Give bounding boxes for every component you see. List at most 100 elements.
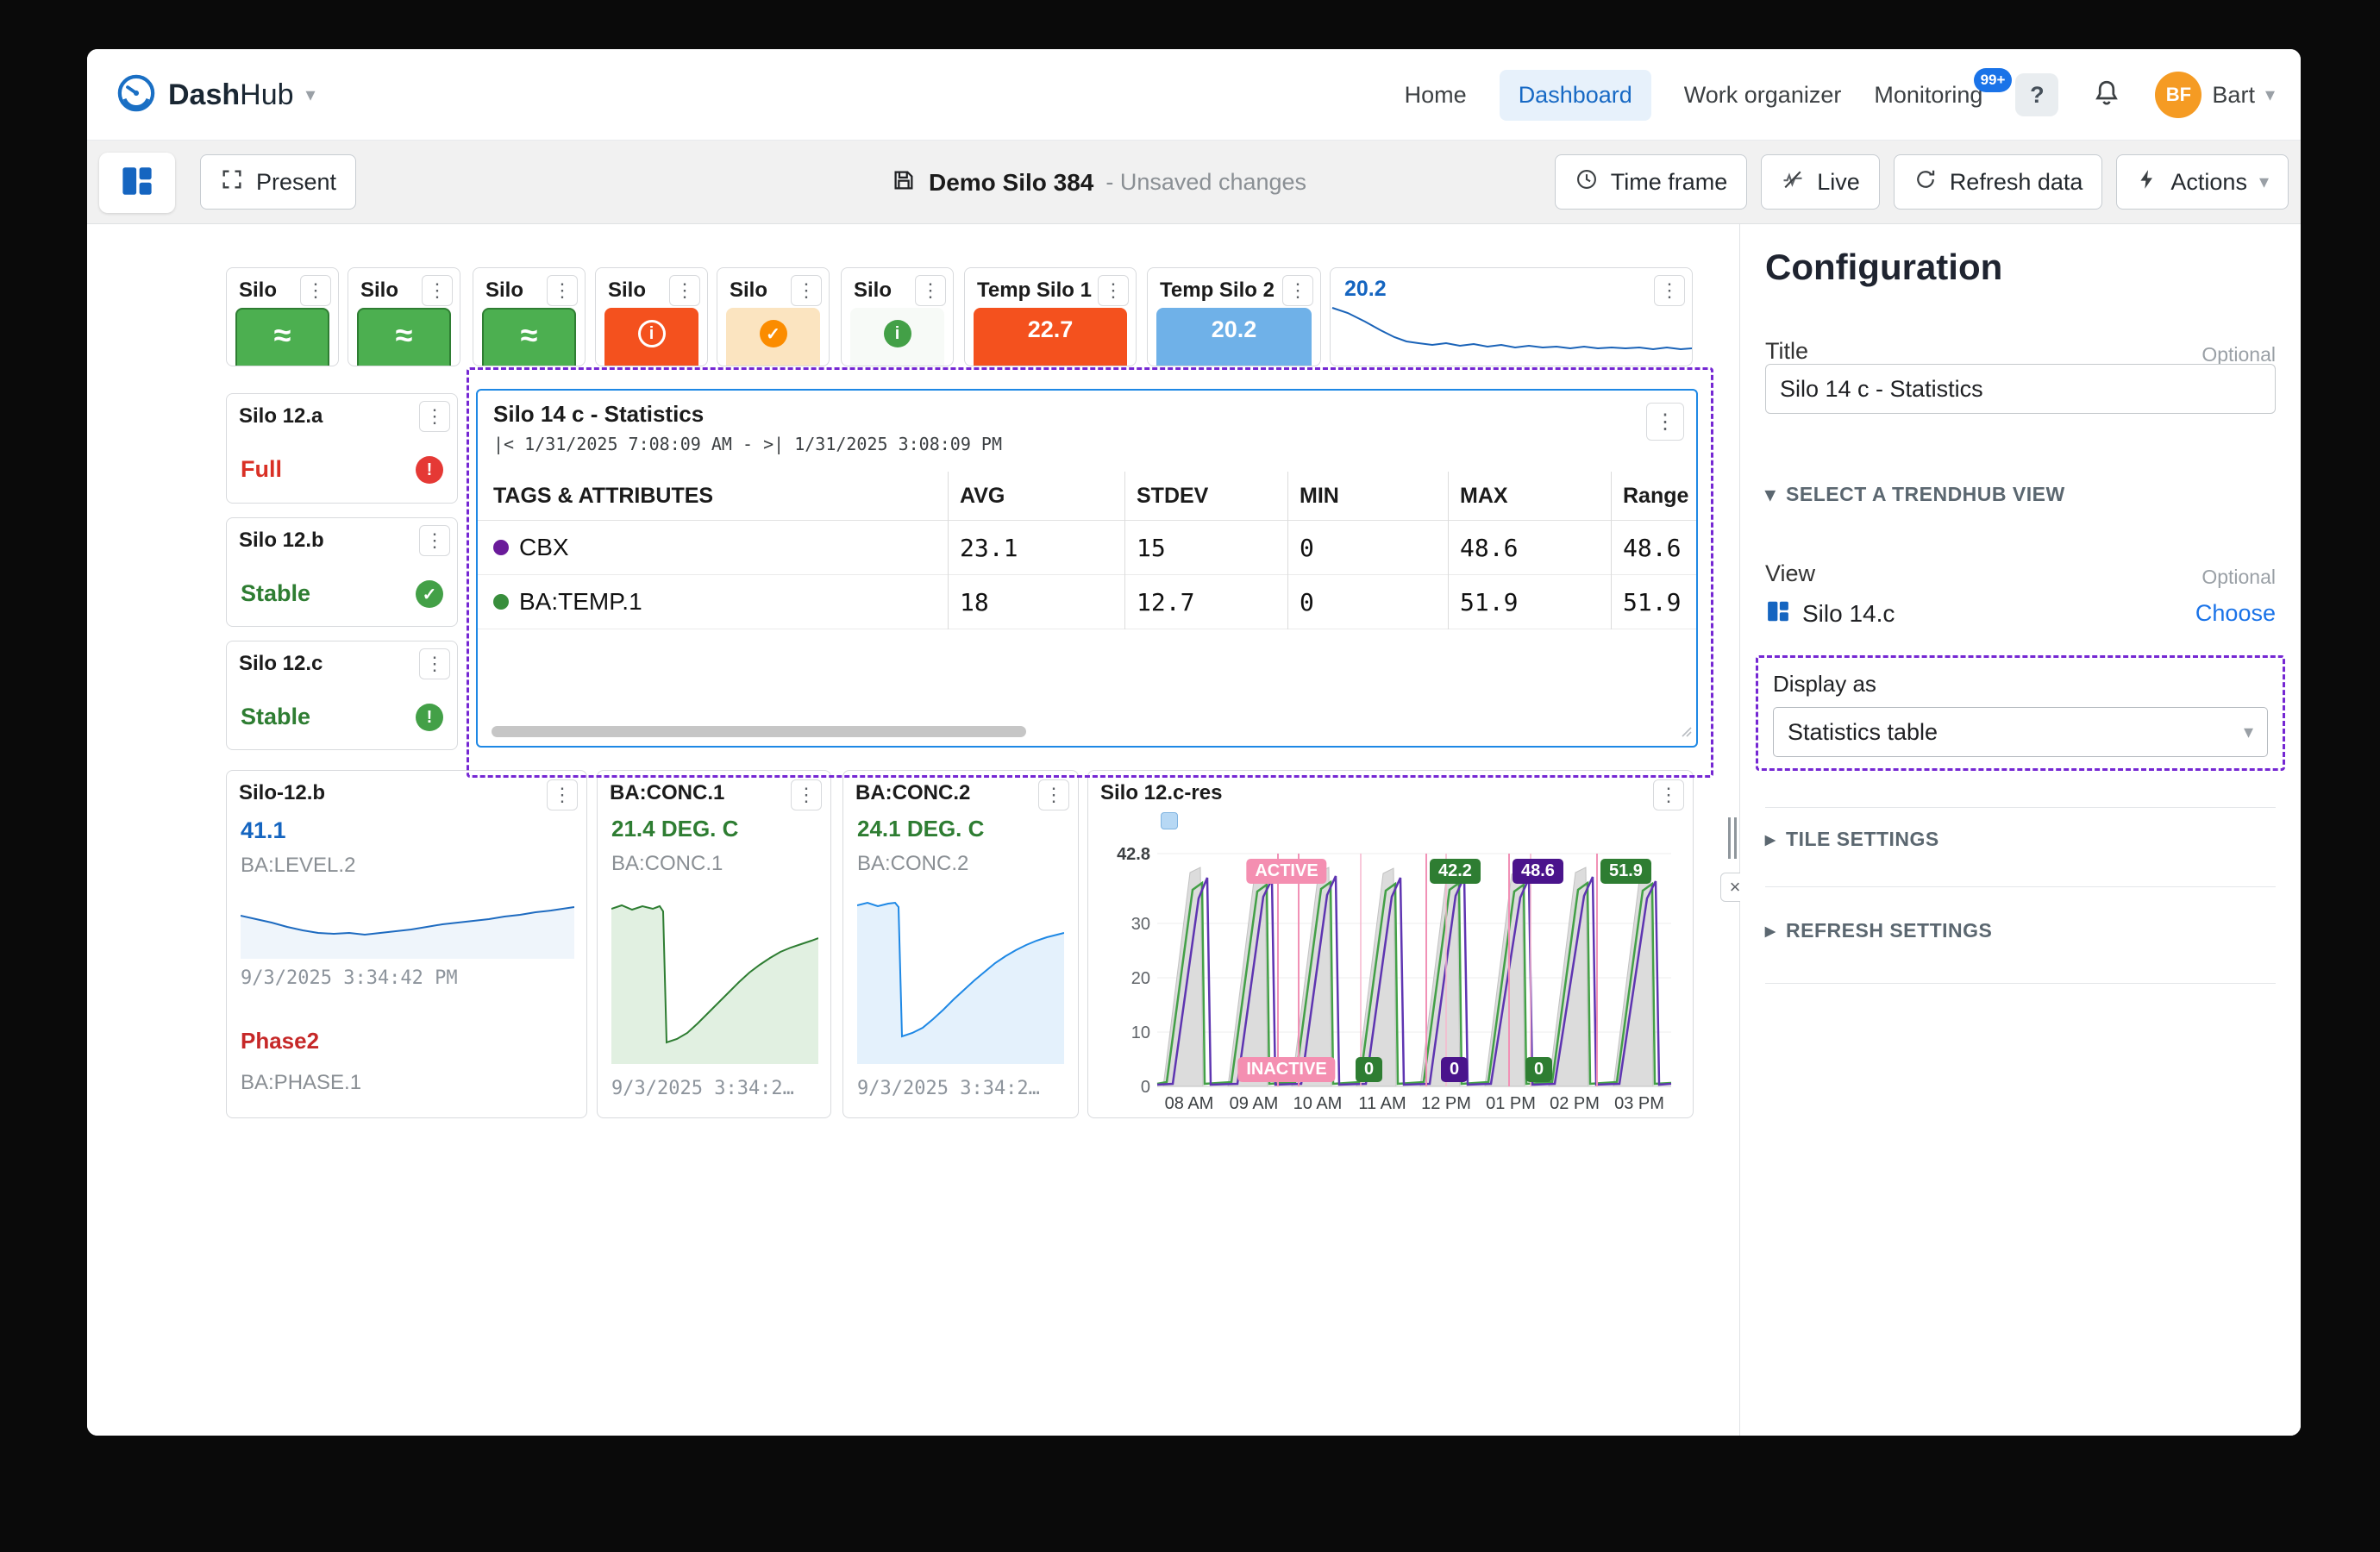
resize-handle-icon[interactable] — [1679, 724, 1693, 742]
tile-title: Silo 12.b — [239, 529, 324, 553]
tile-silo-12a[interactable]: Silo 12.a ⋮ Full ! — [226, 393, 458, 504]
kebab-menu-icon[interactable]: ⋮ — [669, 275, 700, 306]
tile-ba-conc-2[interactable]: BA:CONC.2 ⋮ 24.1 DEG. C BA:CONC.2 9/3/20… — [842, 770, 1079, 1118]
kebab-menu-icon[interactable]: ⋮ — [791, 275, 822, 306]
select-chevron-down-icon: ▾ — [2244, 721, 2253, 743]
panel-heading: Configuration — [1765, 247, 2002, 288]
sparkline-chart — [1331, 299, 1693, 366]
value-badge: 42.2 — [1430, 859, 1481, 884]
phase-value: Phase2 — [241, 1028, 319, 1054]
kebab-menu-icon[interactable]: ⋮ — [1098, 275, 1129, 306]
kebab-menu-icon[interactable]: ⋮ — [419, 525, 450, 556]
tile-silo-info-green[interactable]: Silo ⋮ i — [841, 267, 954, 366]
kebab-menu-icon[interactable]: ⋮ — [300, 275, 331, 306]
title-input[interactable] — [1765, 364, 2276, 414]
temp-value-block: 22.7 — [974, 308, 1127, 366]
tile-settings-section-header[interactable]: ▸ TILE SETTINGS — [1765, 828, 1939, 851]
x-tick: 01 PM — [1486, 1094, 1536, 1113]
warn-badge-icon: ! — [416, 704, 443, 731]
view-value: Silo 14.c — [1802, 600, 1895, 628]
actions-button[interactable]: Actions ▾ — [2116, 154, 2289, 210]
kebab-menu-icon[interactable]: ⋮ — [1646, 403, 1684, 441]
tile-statistics[interactable]: Silo 14 c - Statistics |< 1/31/2025 7:08… — [476, 389, 1698, 748]
refresh-settings-section-header[interactable]: ▸ REFRESH SETTINGS — [1765, 919, 1992, 942]
waves-icon: ≈ — [274, 310, 291, 361]
y-tick: 20 — [1131, 969, 1150, 988]
tile-silo-waves-2[interactable]: Silo ⋮ ≈ — [348, 267, 460, 366]
tile-temp-silo-2[interactable]: Temp Silo 2 ⋮ 20.2 — [1147, 267, 1321, 366]
stdev-value: 15 — [1124, 534, 1287, 562]
nav-item-home[interactable]: Home — [1405, 82, 1467, 109]
tile-silo-12b[interactable]: Silo 12.b ⋮ Stable ✓ — [226, 517, 458, 627]
nav-item-work-organizer[interactable]: Work organizer — [1684, 82, 1842, 109]
save-icon[interactable] — [891, 167, 917, 197]
x-tick: 09 AM — [1230, 1094, 1279, 1113]
trendhub-section-header[interactable]: ▾ SELECT A TRENDHUB VIEW — [1765, 483, 2065, 506]
kebab-menu-icon[interactable]: ⋮ — [1038, 779, 1069, 810]
column-divider — [1611, 472, 1612, 629]
tile-title: Temp Silo 1 — [977, 278, 1092, 303]
notifications-bell-icon[interactable] — [2091, 78, 2122, 113]
tag-label: BA:CONC.1 — [611, 852, 723, 876]
tile-silo-12c-res[interactable]: Silo 12.c-res ⋮ — [1087, 770, 1694, 1118]
section-label: TILE SETTINGS — [1786, 828, 1939, 851]
column-header: MAX — [1448, 484, 1611, 509]
present-button[interactable]: Present — [200, 154, 356, 210]
user-menu[interactable]: BF Bart ▾ — [2155, 72, 2275, 118]
avg-value: 18 — [948, 588, 1124, 616]
tile-silo-waves-3[interactable]: Silo ⋮ ≈ — [473, 267, 586, 366]
tile-silo-12c[interactable]: Silo 12.c ⋮ Stable ! — [226, 641, 458, 750]
time-frame-button[interactable]: Time frame — [1555, 154, 1748, 210]
choose-view-link[interactable]: Choose — [2195, 600, 2276, 627]
help-button[interactable]: ? — [2015, 73, 2058, 116]
tile-silo-12b-level[interactable]: Silo-12.b ⋮ 41.1 BA:LEVEL.2 9/3/2025 3:3… — [226, 770, 587, 1118]
res-chart-svg: 42.8 30 20 10 0 08 AM 09 AM 10 AM 11 AM … — [1102, 805, 1681, 1116]
kebab-menu-icon[interactable]: ⋮ — [419, 648, 450, 679]
brand-caret-icon[interactable]: ▾ — [306, 84, 316, 106]
dashboard-grid-button[interactable] — [99, 153, 175, 213]
brand-name: DashHub — [168, 78, 294, 112]
section-divider — [1765, 983, 2276, 984]
error-badge-icon: ! — [416, 456, 443, 484]
panel-drag-handle[interactable] — [1728, 817, 1738, 859]
waves-status-bar: ≈ — [482, 308, 576, 366]
tile-silo-check-cream[interactable]: Silo ⋮ ✓ — [717, 267, 830, 366]
tile-title: Temp Silo 2 — [1160, 278, 1275, 303]
horizontal-scrollbar[interactable] — [492, 726, 1026, 737]
kebab-menu-icon[interactable]: ⋮ — [419, 401, 450, 432]
brand[interactable]: DashHub ▾ — [116, 49, 316, 141]
kebab-menu-icon[interactable]: ⋮ — [547, 779, 578, 810]
kebab-menu-icon[interactable]: ⋮ — [791, 779, 822, 810]
series-dot-green — [493, 594, 509, 610]
column-header: STDEV — [1124, 484, 1287, 509]
tile-title: Silo 12.c-res — [1100, 781, 1222, 805]
tile-ba-conc-1[interactable]: BA:CONC.1 ⋮ 21.4 DEG. C BA:CONC.1 9/3/20… — [597, 770, 831, 1118]
tile-sparkline[interactable]: 20.2 ⋮ — [1330, 267, 1693, 366]
live-off-icon — [1781, 167, 1805, 197]
live-button[interactable]: Live — [1761, 154, 1880, 210]
expand-icon — [220, 167, 244, 197]
refresh-data-button[interactable]: Refresh data — [1894, 154, 2103, 210]
kebab-menu-icon[interactable]: ⋮ — [547, 275, 578, 306]
tile-temp-silo-1[interactable]: Temp Silo 1 ⋮ 22.7 — [964, 267, 1137, 366]
x-tick: 11 AM — [1358, 1094, 1406, 1113]
tile-silo-waves-1[interactable]: Silo ⋮ ≈ — [226, 267, 339, 366]
optional-hint: Optional — [2202, 566, 2276, 589]
top-nav: DashHub ▾ Home Dashboard Work organizer … — [87, 49, 2301, 141]
lightning-icon — [2136, 168, 2158, 197]
display-as-select[interactable]: Statistics table ▾ — [1773, 707, 2268, 757]
statistics-table: TAGS & ATTRIBUTES AVG STDEV MIN MAX Rang… — [478, 472, 1696, 629]
kebab-menu-icon[interactable]: ⋮ — [422, 275, 453, 306]
kebab-menu-icon[interactable]: ⋮ — [915, 275, 946, 306]
level-value: 41.1 — [241, 817, 286, 844]
nav-item-dashboard[interactable]: Dashboard — [1500, 70, 1651, 121]
refresh-icon — [1913, 167, 1938, 197]
kebab-menu-icon[interactable]: ⋮ — [1282, 275, 1313, 306]
table-row[interactable]: CBX 23.1 15 0 48.6 48.6 — [478, 521, 1696, 575]
tile-silo-info-orange[interactable]: Silo ⋮ i — [595, 267, 708, 366]
timestamp: 9/3/2025 3:34:42 PM — [241, 967, 458, 989]
nav-item-monitoring[interactable]: Monitoring 99+ — [1874, 82, 1982, 109]
zero-badge: 0 — [1525, 1057, 1552, 1082]
value-badge: 48.6 — [1513, 859, 1563, 884]
table-row[interactable]: BA:TEMP.1 18 12.7 0 51.9 51.9 — [478, 575, 1696, 629]
